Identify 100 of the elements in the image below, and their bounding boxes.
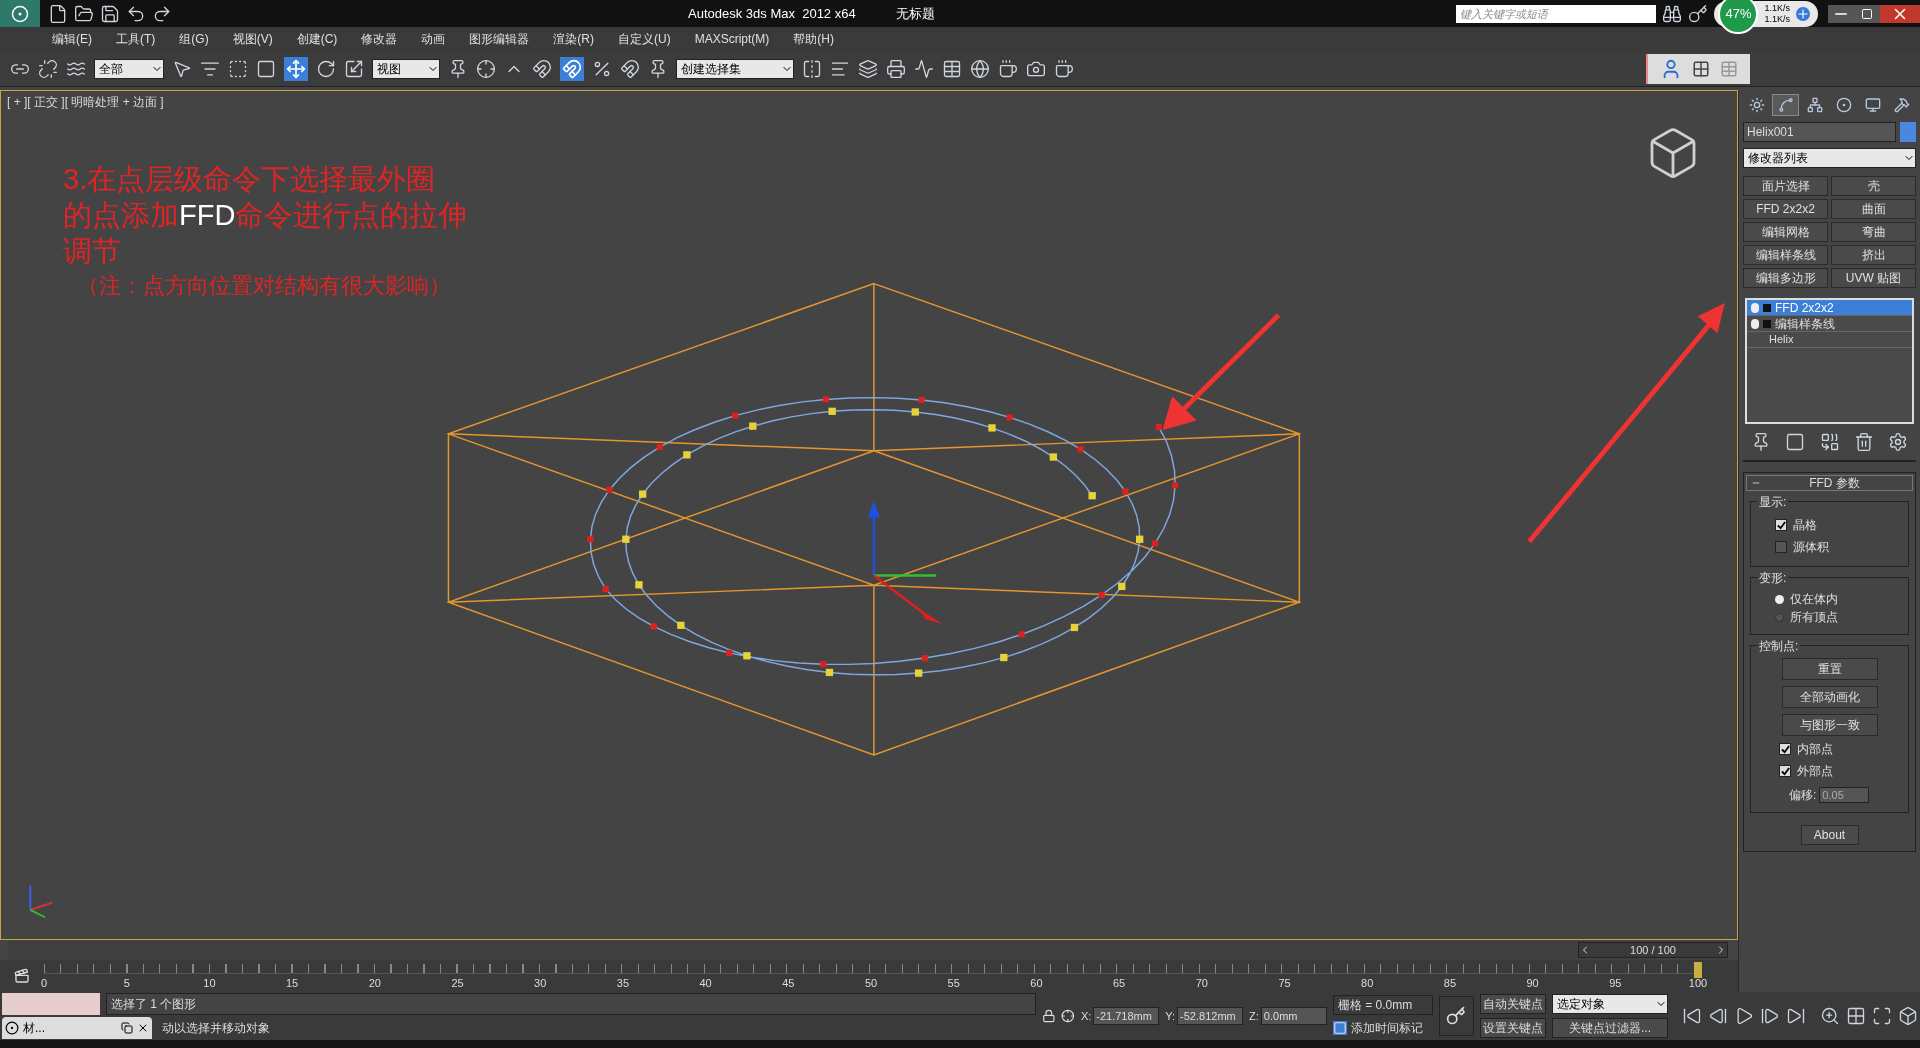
lock-icon[interactable] xyxy=(1041,1009,1056,1023)
configure-icon[interactable] xyxy=(1888,432,1908,452)
scale-icon[interactable] xyxy=(344,58,364,79)
axis-label: Z: xyxy=(1249,1008,1259,1024)
menu-item[interactable]: 动画 xyxy=(421,30,446,48)
frame-number: 85 xyxy=(1443,976,1456,991)
menu-item[interactable]: 组(G) xyxy=(179,30,209,48)
time-slider[interactable]: 100 / 100 xyxy=(1578,942,1728,958)
modifier-button[interactable]: 挤出 xyxy=(1831,245,1916,265)
menu-item[interactable]: 编辑(E) xyxy=(52,30,92,48)
menu-item[interactable]: 自定义(U) xyxy=(618,30,671,48)
stack-item[interactable]: 编辑样条线 xyxy=(1747,316,1912,332)
key-mode-button[interactable] xyxy=(1438,996,1474,1036)
coordinate-field[interactable]: -21.718mm xyxy=(1093,1007,1160,1025)
modifier-button[interactable]: 编辑样条线 xyxy=(1743,245,1828,265)
radio-button[interactable] xyxy=(1775,594,1784,604)
menu-item[interactable]: 视图(V) xyxy=(232,30,273,48)
move-button[interactable] xyxy=(284,56,308,81)
remove-modifier-icon[interactable] xyxy=(1853,432,1874,452)
checkbox[interactable] xyxy=(1779,743,1791,755)
zoom-extents-icon[interactable] xyxy=(1872,1006,1892,1026)
reference-coordinate-dropdown[interactable]: 视图 xyxy=(372,58,440,79)
layers-icon[interactable] xyxy=(858,58,878,79)
coordinate-field[interactable]: -52.812mm xyxy=(1177,1007,1244,1025)
named-selection-dropdown[interactable]: 创建选择集 xyxy=(676,58,794,79)
menu-item[interactable]: 工具(T) xyxy=(116,30,156,48)
snap-toggle-icon[interactable] xyxy=(532,58,552,79)
rotate-icon[interactable] xyxy=(316,58,336,79)
checkbox[interactable] xyxy=(1775,541,1787,553)
close-icon[interactable] xyxy=(1880,4,1920,23)
object-color-swatch[interactable] xyxy=(1900,122,1916,142)
make-unique-icon[interactable] xyxy=(1819,432,1840,452)
group-title: 控制点: xyxy=(1757,637,1801,655)
key-mode-dropdown[interactable]: 选定对象 xyxy=(1552,994,1668,1014)
checkbox[interactable] xyxy=(1779,765,1791,777)
manipulate-icon[interactable] xyxy=(476,58,496,79)
next-frame-icon[interactable] xyxy=(1760,1006,1780,1026)
close-icon[interactable] xyxy=(137,1022,149,1034)
maximize-icon[interactable] xyxy=(1854,4,1880,23)
modifier-button[interactable]: 编辑多边形 xyxy=(1743,268,1828,288)
menu-item[interactable]: 图形编辑器 xyxy=(469,30,530,48)
menu-item[interactable]: MAXScript(M) xyxy=(694,30,770,48)
app-logo-icon[interactable] xyxy=(0,0,40,27)
menu-item[interactable]: 修改器 xyxy=(361,30,398,48)
viewport[interactable]: [ + ][ 正交 ][ 明暗处理 + 边面 ] 3.在点层级命令下选择最外圈 的点添加FFD命令进行点的拉伸 调节 （注：点方向位置对结构有很大影响） xyxy=(0,90,1738,940)
grid-icon[interactable] xyxy=(1692,59,1710,78)
curve-editor-icon[interactable] xyxy=(914,58,934,79)
modifier-button[interactable]: 弯曲 xyxy=(1831,222,1916,242)
open-folder-icon[interactable] xyxy=(74,3,94,24)
modifier-list-dropdown[interactable]: 修改器列表 xyxy=(1743,148,1916,168)
menu-item[interactable]: 渲染(R) xyxy=(553,30,594,48)
key-filters-button[interactable]: 关键点过滤器... xyxy=(1552,1018,1668,1038)
search-field[interactable]: 键入关键字或短语 xyxy=(1456,4,1657,23)
status-prompt-text: 动以选择并移动对象 xyxy=(161,1020,271,1037)
rollout-header[interactable]: FFD 参数 xyxy=(1746,475,1913,491)
modifier-button[interactable]: 壳 xyxy=(1831,176,1916,196)
radio-button[interactable] xyxy=(1775,612,1784,622)
save-icon[interactable] xyxy=(100,3,120,24)
go-to-start-icon[interactable] xyxy=(1682,1006,1702,1026)
go-to-end-icon[interactable] xyxy=(1786,1006,1806,1026)
minimized-window[interactable]: 材... xyxy=(2,1017,152,1039)
modifier-button[interactable]: 面片选择 xyxy=(1743,176,1828,196)
rollout-button[interactable]: 全部动画化 xyxy=(1781,686,1878,708)
menu-item[interactable]: 帮助(H) xyxy=(793,30,834,48)
modifier-button[interactable]: FFD 2x2x2 xyxy=(1743,199,1828,219)
minimize-icon[interactable] xyxy=(1828,4,1854,23)
current-frame-marker[interactable] xyxy=(1694,962,1702,978)
modifier-button[interactable]: UVW 贴图 xyxy=(1831,268,1916,288)
modifier-button[interactable]: 编辑网格 xyxy=(1743,222,1828,242)
frame-number: 55 xyxy=(947,976,960,991)
rollout-button[interactable]: 重置 xyxy=(1781,658,1878,680)
restore-icon[interactable] xyxy=(121,1022,133,1034)
unlink-icon[interactable] xyxy=(38,58,58,79)
frame-number: 25 xyxy=(451,976,464,991)
auto-key-button[interactable]: 自动关键点 xyxy=(1480,994,1546,1014)
panel-tab[interactable] xyxy=(1772,94,1799,116)
modifier-button[interactable]: 曲面 xyxy=(1831,199,1916,219)
previous-frame-icon[interactable] xyxy=(1708,1006,1728,1026)
binoculars-icon[interactable] xyxy=(1662,3,1683,24)
about-button[interactable]: About xyxy=(1800,825,1859,845)
selection-region-icon[interactable] xyxy=(228,58,248,79)
menu-item[interactable]: 创建(C) xyxy=(296,30,338,48)
spinner-snap-icon[interactable] xyxy=(620,58,640,79)
zoom-icon[interactable] xyxy=(1820,1006,1840,1026)
viewport-label[interactable]: [ + ][ 正交 ][ 明暗处理 + 边面 ] xyxy=(7,93,164,111)
coordinate-field[interactable]: 0.0mm xyxy=(1260,1007,1327,1025)
angle-snap-button[interactable] xyxy=(560,56,584,81)
new-file-icon[interactable] xyxy=(48,3,68,24)
add-time-tag-button[interactable]: 添加时间标记 xyxy=(1332,1019,1433,1037)
tab-icon xyxy=(1777,97,1794,113)
rollout-button[interactable]: 与图形一致 xyxy=(1781,714,1878,736)
stack-item[interactable]: Helix xyxy=(1747,332,1912,348)
object-name-field[interactable]: Helix001 xyxy=(1743,122,1896,142)
stack-item[interactable]: FFD 2x2x2 xyxy=(1747,300,1912,316)
mirror-icon[interactable] xyxy=(802,58,822,79)
set-key-button[interactable]: 设置关键点 xyxy=(1480,1018,1546,1038)
plus-icon[interactable] xyxy=(1796,6,1810,21)
selection-filter-dropdown[interactable]: 全部 xyxy=(94,58,164,79)
checkbox[interactable] xyxy=(1775,519,1787,531)
key-icon[interactable] xyxy=(1688,3,1709,24)
